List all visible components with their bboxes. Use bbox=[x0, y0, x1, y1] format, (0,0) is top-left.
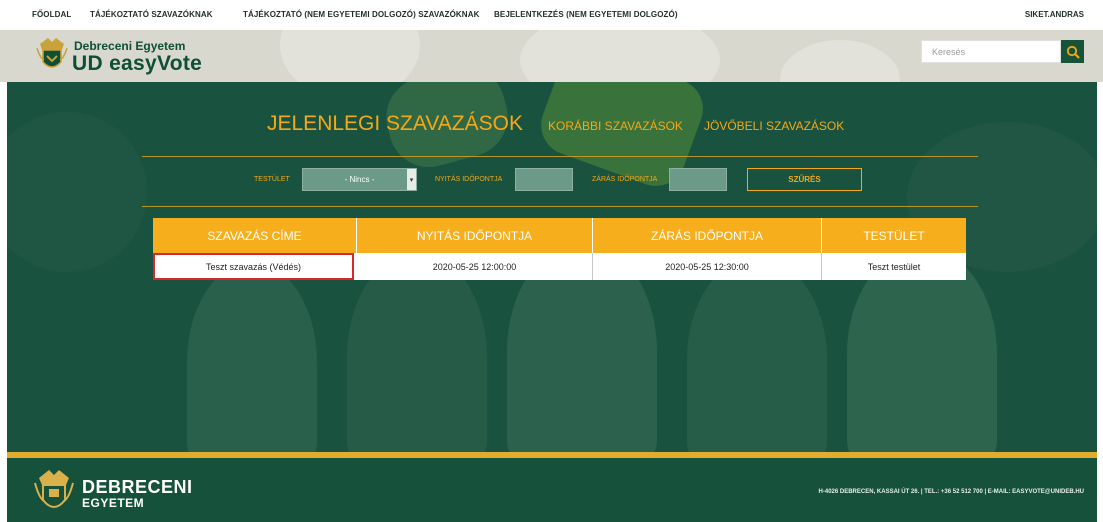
footer-contact: H-4026 DEBRECEN, KASSAI ÚT 26. | TEL.: +… bbox=[818, 489, 1084, 495]
column-header-open: NYITÁS IDŐPONTJA bbox=[357, 218, 593, 253]
site-header: Debreceni Egyetem UD easyVote bbox=[0, 30, 1103, 82]
tab-previous-votes[interactable]: KORÁBBI SZAVAZÁSOK bbox=[548, 119, 683, 133]
header-decoration bbox=[280, 30, 420, 82]
header-decoration bbox=[520, 30, 720, 82]
university-crest-icon bbox=[34, 470, 74, 508]
body-select-value: - Nincs - bbox=[344, 175, 375, 184]
filter-body-label: TESTÜLET bbox=[254, 176, 290, 183]
tab-current-votes[interactable]: JELENLEGI SZAVAZÁSOK bbox=[267, 112, 523, 136]
footer-university-subname: EGYETEM bbox=[82, 496, 145, 510]
search-input[interactable] bbox=[921, 40, 1061, 63]
vote-title-link[interactable]: Teszt szavazás (Védés) bbox=[153, 253, 354, 280]
table-header: SZAVAZÁS CÍME NYITÁS IDŐPONTJA ZÁRÁS IDŐ… bbox=[153, 218, 966, 253]
nav-voter-info[interactable]: TÁJÉKOZTATÓ SZAVAZÓKNAK bbox=[90, 10, 213, 19]
tab-future-votes[interactable]: JÖVŐBELI SZAVAZÁSOK bbox=[704, 119, 844, 133]
vote-open-time: 2020-05-25 12:00:00 bbox=[357, 253, 593, 280]
column-header-body: TESTÜLET bbox=[863, 228, 925, 243]
footer-university-name: DEBRECENI bbox=[82, 477, 193, 497]
filter-open-label: NYITÁS IDŐPONTJA bbox=[435, 176, 503, 183]
top-navigation: FŐOLDAL TÁJÉKOZTATÓ SZAVAZÓKNAK TÁJÉKOZT… bbox=[0, 0, 1103, 30]
divider bbox=[142, 156, 978, 157]
vote-close-time: 2020-05-25 12:30:00 bbox=[593, 253, 822, 280]
table-row[interactable]: Teszt szavazás (Védés) 2020-05-25 12:00:… bbox=[153, 253, 966, 280]
column-header-close: ZÁRÁS IDŐPONTJA bbox=[593, 218, 822, 253]
filter-close-label: ZÁRÁS IDŐPONTJA bbox=[592, 176, 658, 183]
chevron-down-icon: ▾ bbox=[407, 169, 416, 190]
open-date-input[interactable] bbox=[515, 168, 573, 191]
divider bbox=[142, 206, 978, 207]
university-crest-icon[interactable] bbox=[36, 36, 68, 74]
vote-body: Teszt testület bbox=[867, 261, 921, 272]
brand-subtitle: Debreceni Egyetem bbox=[74, 39, 186, 53]
nav-nonstaff-login[interactable]: BEJELENTKEZÉS (NEM EGYETEMI DOLGOZÓ) bbox=[494, 10, 678, 19]
search-button[interactable] bbox=[1061, 40, 1084, 63]
body-select[interactable]: - Nincs - ▾ bbox=[302, 168, 417, 191]
search-icon bbox=[1066, 45, 1079, 58]
brand-title[interactable]: UD easyVote bbox=[72, 52, 202, 76]
user-name-link[interactable]: SIKET.ANDRAS bbox=[1025, 10, 1084, 19]
column-header-title: SZAVAZÁS CÍME bbox=[153, 218, 357, 253]
nav-nonstaff-voter-info[interactable]: TÁJÉKOZTATÓ (NEM EGYETEMI DOLGOZÓ) SZAVA… bbox=[243, 10, 479, 19]
filter-button[interactable]: SZŰRÉS bbox=[747, 168, 862, 191]
header-decoration bbox=[780, 40, 900, 82]
nav-home[interactable]: FŐOLDAL bbox=[32, 10, 71, 19]
close-date-input[interactable] bbox=[669, 168, 727, 191]
